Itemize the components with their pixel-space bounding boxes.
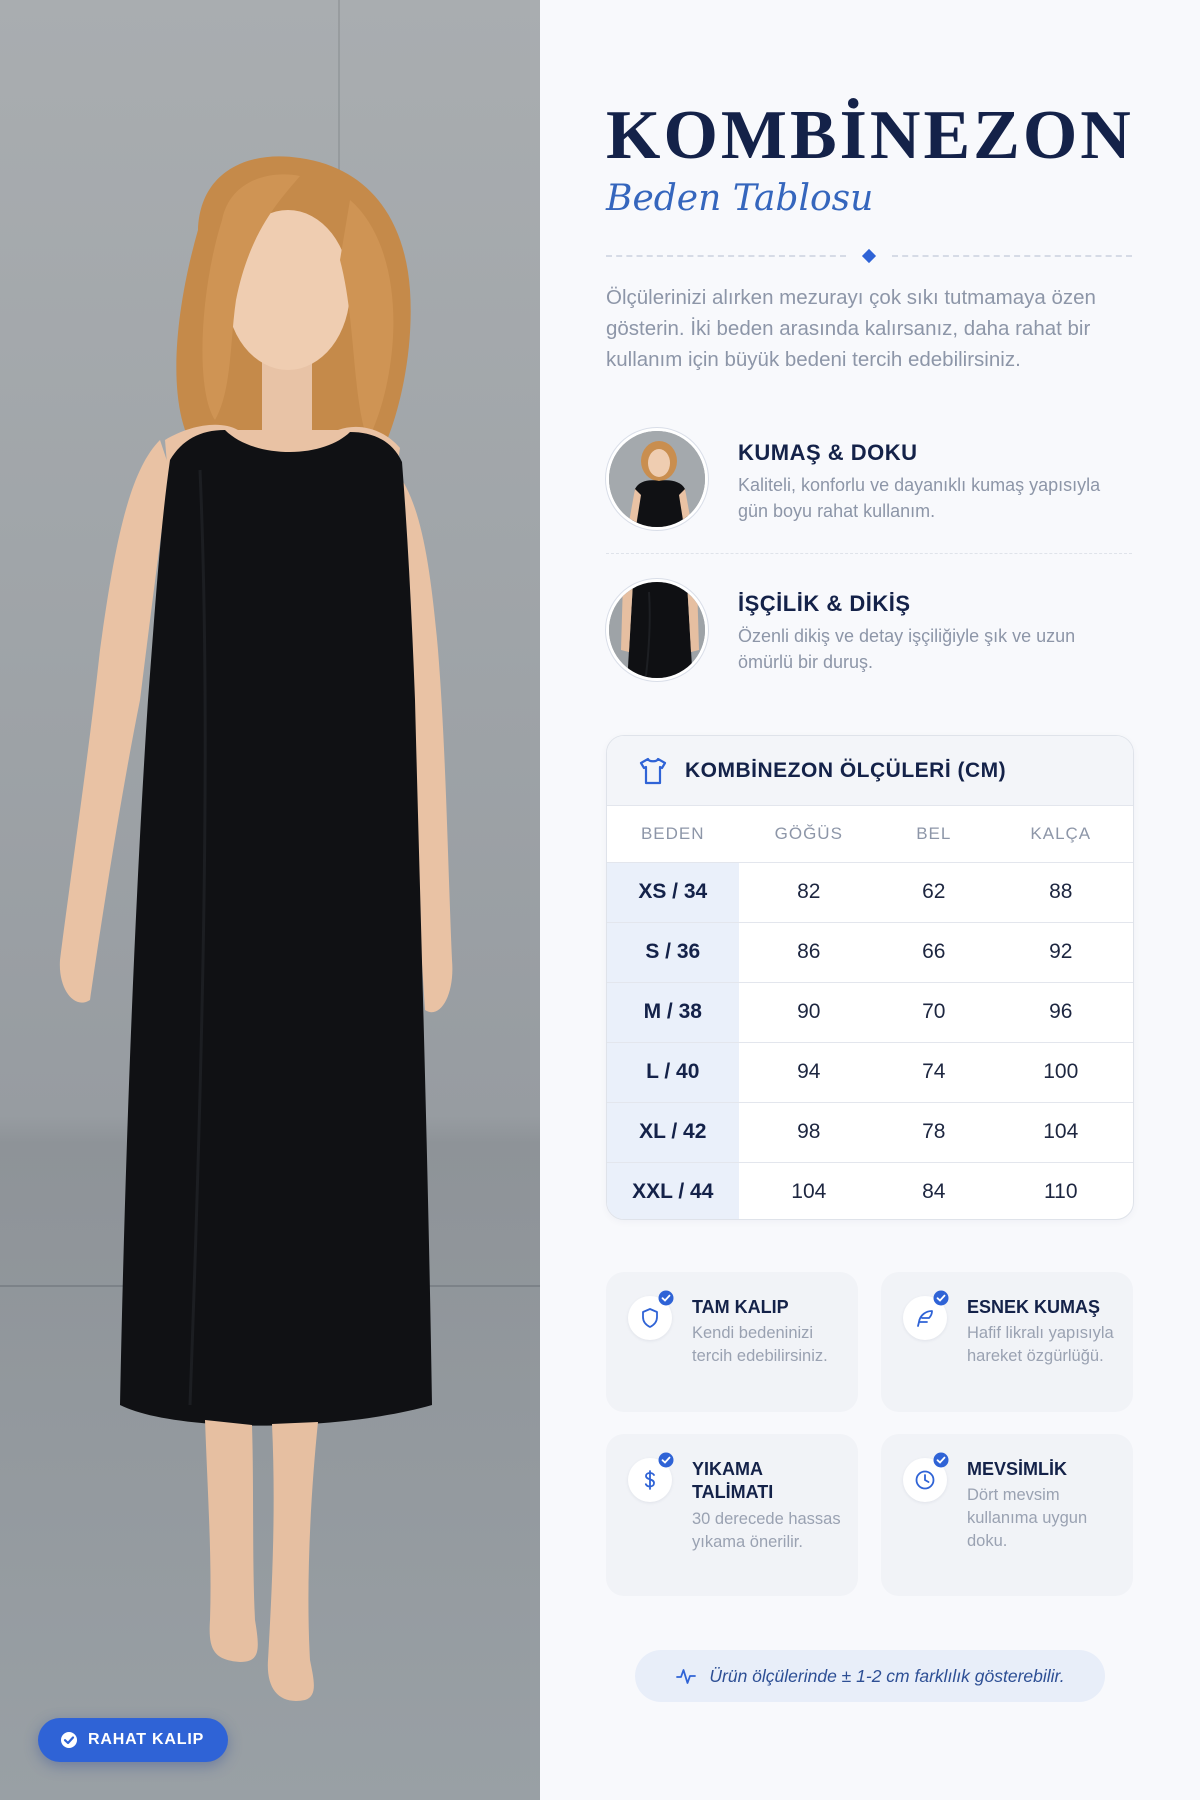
check-badge-icon [933,1452,949,1468]
waist-cell: 84 [922,1180,946,1204]
hip-cell: 104 [988,1102,1133,1163]
info-card-washing: YIKAMA TALİMATI 30 derecede hassas yıkam… [606,1434,858,1596]
info-card-description: Dört mevsim kullanıma uygun doku. [967,1486,1088,1550]
size-table-card: KOMBİNEZON ÖLÇÜLERİ (CM) BEDEN GÖĞÜS BEL… [606,735,1134,1220]
table-row: XL / 42 98 78 104 [607,1102,1133,1163]
hip-cell: 110 [1044,1180,1078,1204]
table-header-row: BEDEN GÖĞÜS BEL KALÇA [607,806,1133,863]
table-row: L / 40 94 74 100 [607,1042,1133,1103]
size-cell: L / 40 [607,1042,739,1103]
chest-cell: 82 [738,862,880,923]
table-row: XXL / 44 104 84 110 [607,1162,1133,1219]
feature-description: Özenli dikiş ve detay işçiliğiyle şık ve… [738,626,1076,672]
size-table-header: KOMBİNEZON ÖLÇÜLERİ (CM) [607,736,1133,806]
check-circle-icon [61,1732,77,1748]
size-cell: XL / 42 [607,1102,739,1163]
badge-label: RAHAT KALIP [88,1731,205,1748]
table-row: S / 36 86 66 92 [607,922,1133,983]
craftsmanship-thumbnail [606,579,708,681]
hip-cell: 100 [988,1042,1133,1103]
chest-cell: 104 [791,1180,827,1204]
check-badge-icon [658,1290,674,1306]
model-photo: RAHAT KALIP [0,0,540,1800]
check-badge-icon [933,1290,949,1306]
page-title: KOMBİNEZON [606,97,1134,174]
waist-cell: 66 [879,922,989,983]
column-header: KALÇA [988,806,1133,863]
diamond-icon [861,248,877,264]
chest-cell: 86 [738,922,880,983]
column-header: GÖĞÜS [738,806,880,863]
page-subtitle: Beden Tablosu [606,178,874,219]
model-figure [59,156,453,1701]
hip-cell: 96 [988,982,1133,1043]
feature-craftsmanship: İŞÇİLİK & DİKİŞ Özenli dikiş ve detay iş… [606,579,1132,683]
feature-description: Kaliteli, konforlu ve dayanıklı kumaş ya… [738,475,1101,521]
size-cell: XS / 34 [607,862,739,923]
size-cell: XXL / 44 [607,1162,739,1219]
size-cell: M / 38 [607,982,739,1043]
shirt-icon [639,757,667,784]
info-card-fit: TAM KALIP Kendi bedeninizi tercih edebil… [606,1272,858,1412]
ornament-divider [606,248,1132,264]
waist-cell: 70 [879,982,989,1043]
feature-title: KUMAŞ & DOKU [738,440,918,465]
column-header: BEDEN [607,806,739,863]
info-card-description: Hafif likralı yapısıyla hareket özgürlüğ… [967,1324,1114,1365]
chest-cell: 90 [738,982,880,1043]
feature-separator [606,553,1132,554]
intro-text: Ölçülerinizi alırken mezurayı çok sıkı t… [606,286,1096,371]
size-guide-panel: KOMBİNEZON Beden Tablosu Ölçülerinizi al… [540,0,1200,1800]
hip-cell: 92 [988,922,1133,983]
waist-cell: 78 [879,1102,989,1163]
info-card-title: TAM KALIP [692,1297,789,1317]
info-card-description: Kendi bedeninizi tercih edebilirsiniz. [692,1324,828,1365]
chest-cell: 98 [738,1102,880,1163]
column-header: BEL [879,806,989,863]
info-card-title: YIKAMA TALİMATI [692,1459,774,1502]
hip-cell: 88 [988,862,1133,923]
size-table-title: KOMBİNEZON ÖLÇÜLERİ (CM) [685,758,1007,782]
feature-title: İŞÇİLİK & DİKİŞ [738,591,911,616]
waist-cell: 74 [879,1042,989,1103]
info-card-title: ESNEK KUMAŞ [967,1297,1101,1317]
rahat-kalip-badge: RAHAT KALIP [38,1718,229,1762]
fabric-thumbnail [606,428,708,530]
size-table: BEDEN GÖĞÜS BEL KALÇA XS / 34 82 62 88 S… [607,806,1133,1219]
activity-icon [676,1669,697,1684]
waist-cell: 62 [879,862,989,923]
check-badge-icon [658,1452,674,1468]
size-cell: S / 36 [607,922,739,983]
table-row: M / 38 90 70 96 [607,982,1133,1043]
info-card-title: MEVSİMLİK [967,1459,1068,1479]
table-row: XS / 34 82 62 88 [607,862,1133,923]
info-card-stretch: ESNEK KUMAŞ Hafif likralı yapısıyla hare… [881,1272,1133,1412]
chest-cell: 94 [738,1042,880,1103]
info-card-description: 30 derecede hassas yıkama önerilir. [692,1510,841,1551]
info-card-season: MEVSİMLİK Dört mevsim kullanıma uygun do… [881,1434,1133,1596]
feature-fabric: KUMAŞ & DOKU Kaliteli, konforlu ve dayan… [606,428,1132,532]
note-text: Ürün ölçülerinde ± 1-2 cm farklılık göst… [709,1665,1065,1686]
tolerance-note: Ürün ölçülerinde ± 1-2 cm farklılık göst… [635,1650,1105,1702]
